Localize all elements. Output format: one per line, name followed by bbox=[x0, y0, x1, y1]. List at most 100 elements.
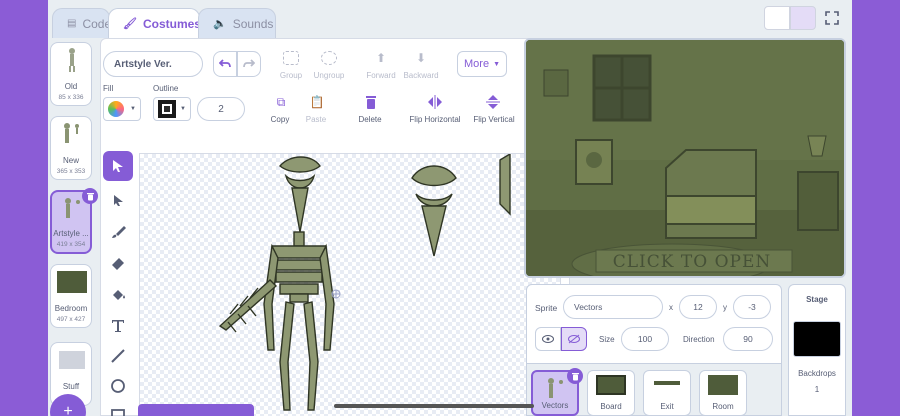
costume-item-old[interactable]: Old 85 x 336 bbox=[50, 42, 92, 106]
costume-item-bedroom[interactable]: Bedroom 497 x 427 bbox=[50, 264, 92, 328]
outline-color-picker[interactable]: ▼ bbox=[153, 97, 191, 121]
brush-icon bbox=[112, 226, 126, 238]
sprite-thumbnail bbox=[596, 375, 626, 395]
ungroup-icon[interactable] bbox=[321, 51, 337, 65]
fullscreen-icon[interactable] bbox=[820, 6, 844, 30]
flip-horizontal-icon[interactable] bbox=[427, 95, 443, 109]
sprite-name-input[interactable]: Vectors bbox=[563, 295, 663, 319]
costume-item-artstyle[interactable]: Artstyle ... 419 x 354 bbox=[50, 188, 98, 254]
backdrops-count: 1 bbox=[814, 385, 820, 394]
eye-slash-icon bbox=[568, 334, 580, 344]
group-button[interactable]: Group bbox=[273, 71, 309, 80]
costume-thumbnail bbox=[69, 48, 75, 72]
hide-sprite-button[interactable] bbox=[561, 327, 587, 351]
sprite-list: Vectors Board Exit Room bbox=[526, 364, 782, 416]
trash-icon bbox=[571, 373, 579, 381]
trash-icon[interactable] bbox=[363, 95, 379, 109]
flip-vertical-icon[interactable] bbox=[485, 95, 501, 109]
canvas-bottom-bar bbox=[138, 404, 254, 416]
line-tool[interactable] bbox=[103, 341, 133, 371]
costume-thumbnail bbox=[64, 123, 79, 143]
editor-frame: ▤ Code 🖌 Costumes 🔈 Sounds Old 85 x 336 … bbox=[48, 0, 852, 416]
home-indicator bbox=[334, 404, 534, 408]
paste-icon[interactable]: 📋 bbox=[309, 95, 325, 109]
backdrops-label: Backdrops bbox=[798, 369, 836, 378]
backward-icon[interactable]: ⬇ bbox=[413, 51, 429, 65]
costume-thumbnail bbox=[65, 198, 80, 218]
delete-costume-button[interactable] bbox=[82, 188, 98, 204]
redo-icon bbox=[243, 59, 255, 68]
copy-button[interactable]: Copy bbox=[265, 115, 295, 124]
stage-panel-title: Stage bbox=[806, 295, 828, 304]
skeleton-creature-drawing bbox=[218, 154, 511, 411]
size-label: Size bbox=[599, 335, 615, 344]
text-tool[interactable] bbox=[103, 311, 133, 341]
costume-thumbnail bbox=[59, 351, 85, 369]
tab-code[interactable]: ▤ Code bbox=[52, 8, 111, 38]
backdrop-thumbnail bbox=[793, 321, 841, 357]
stage-preview[interactable]: CLICK TO OPEN bbox=[524, 38, 846, 278]
tabs-bar: ▤ Code 🖌 Costumes 🔈 Sounds bbox=[48, 0, 852, 38]
fill-tool[interactable] bbox=[103, 281, 133, 311]
stage-size-small-button[interactable] bbox=[764, 6, 790, 30]
delete-sprite-button[interactable] bbox=[567, 368, 583, 384]
sprite-item-exit[interactable]: Exit bbox=[643, 370, 691, 416]
show-sprite-button[interactable] bbox=[535, 327, 561, 351]
text-icon bbox=[112, 320, 124, 332]
rectangle-icon bbox=[111, 409, 125, 416]
sprite-thumbnail bbox=[548, 378, 563, 398]
eraser-tool[interactable] bbox=[103, 249, 133, 279]
speaker-icon: 🔈 bbox=[213, 18, 227, 30]
undo-button[interactable] bbox=[213, 51, 237, 77]
costume-name-input[interactable]: Artstyle Ver. bbox=[103, 51, 203, 77]
sprite-item-board[interactable]: Board bbox=[587, 370, 635, 416]
rectangle-tool[interactable] bbox=[103, 401, 133, 416]
stage-size-large-button[interactable] bbox=[790, 6, 816, 30]
fill-color-picker[interactable]: ▼ bbox=[103, 97, 141, 121]
size-input[interactable]: 100 bbox=[621, 327, 669, 351]
paste-button[interactable]: Paste bbox=[301, 115, 331, 124]
y-label: y bbox=[723, 303, 727, 312]
stage-selector-panel[interactable]: Stage Backdrops 1 bbox=[788, 284, 846, 416]
direction-input[interactable]: 90 bbox=[723, 327, 773, 351]
backward-button[interactable]: Backward bbox=[399, 71, 443, 80]
direction-label: Direction bbox=[683, 335, 715, 344]
ungroup-button[interactable]: Ungroup bbox=[309, 71, 349, 80]
chevron-down-icon: ▼ bbox=[180, 106, 186, 112]
circle-icon bbox=[111, 379, 125, 393]
trash-icon bbox=[86, 193, 94, 201]
brush-icon: 🖌 bbox=[123, 18, 137, 30]
brush-tool[interactable] bbox=[103, 217, 133, 247]
flip-vertical-button[interactable]: Flip Vertical bbox=[467, 115, 521, 124]
sprite-item-vectors[interactable]: Vectors bbox=[531, 368, 583, 416]
delete-button[interactable]: Delete bbox=[353, 115, 387, 124]
more-dropdown[interactable]: More ▼ bbox=[457, 51, 507, 77]
costume-item-new[interactable]: New 365 x 353 bbox=[50, 116, 92, 180]
paint-canvas[interactable] bbox=[139, 153, 561, 416]
fill-label: Fill bbox=[103, 84, 114, 93]
forward-button[interactable]: Forward bbox=[361, 71, 401, 80]
tab-costumes[interactable]: 🖌 Costumes bbox=[108, 8, 201, 38]
tab-sounds[interactable]: 🔈 Sounds bbox=[198, 8, 276, 38]
eraser-icon bbox=[112, 258, 124, 270]
paint-editor: Artstyle Ver. Group Ungroup ⬆ Forward ⬇ … bbox=[100, 38, 570, 416]
chevron-down-icon: ▼ bbox=[130, 106, 136, 112]
eye-icon bbox=[542, 335, 554, 343]
select-tool[interactable] bbox=[103, 151, 133, 181]
reshape-tool[interactable] bbox=[103, 185, 133, 215]
cat-plus-icon: + bbox=[63, 403, 73, 416]
x-position-input[interactable]: 12 bbox=[679, 295, 717, 319]
group-icon[interactable] bbox=[283, 51, 299, 65]
copy-icon[interactable]: ⧉ bbox=[273, 95, 289, 109]
sprite-item-room[interactable]: Room bbox=[699, 370, 747, 416]
bedroom-scene: CLICK TO OPEN bbox=[526, 40, 844, 276]
forward-icon[interactable]: ⬆ bbox=[373, 51, 389, 65]
flip-horizontal-button[interactable]: Flip Horizontal bbox=[405, 115, 465, 124]
redo-button[interactable] bbox=[237, 51, 261, 77]
outline-width-input[interactable]: 2 bbox=[197, 97, 245, 121]
costume-list: Old 85 x 336 New 365 x 353 Artstyle ... … bbox=[48, 38, 98, 416]
circle-tool[interactable] bbox=[103, 371, 133, 401]
code-icon: ▤ bbox=[67, 18, 77, 29]
y-position-input[interactable]: -3 bbox=[733, 295, 771, 319]
sprite-info-panel: Sprite Vectors x 12 y -3 Size 100 Direct… bbox=[526, 284, 782, 364]
